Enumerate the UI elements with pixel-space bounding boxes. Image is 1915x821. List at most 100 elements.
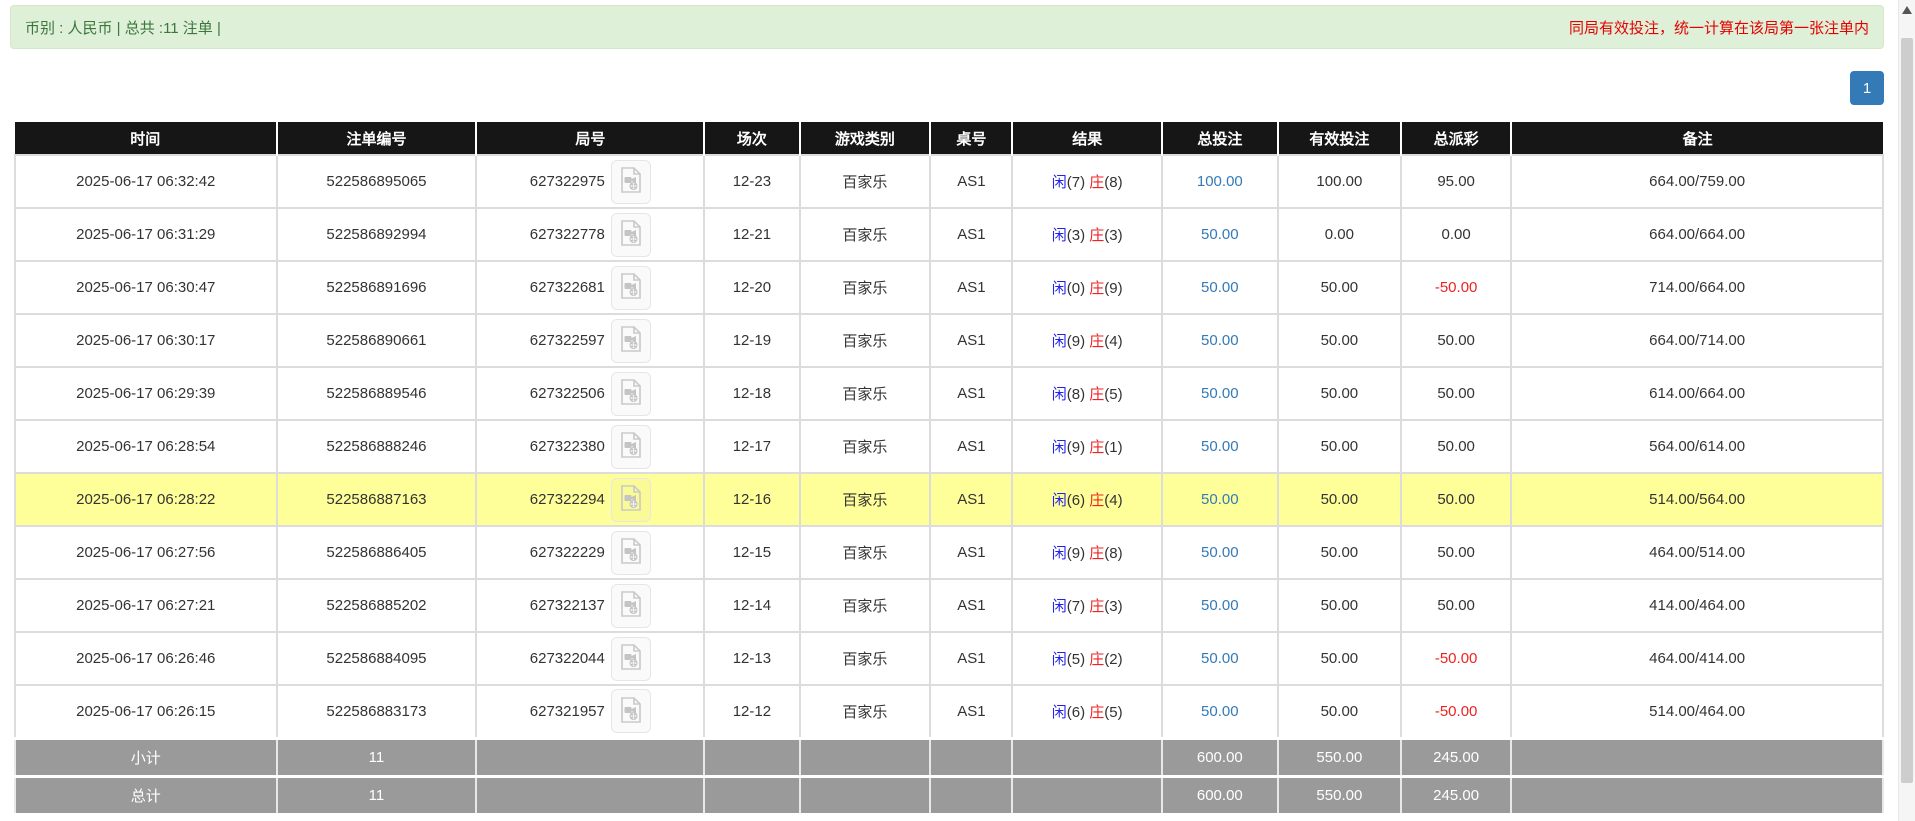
scrollbar-thumb[interactable]	[1901, 38, 1913, 783]
cell-time: 2025-06-17 06:28:54	[15, 420, 277, 473]
cell-remark: 514.00/464.00	[1511, 685, 1883, 738]
table-row: 2025-06-17 06:32:42 522586895065 6273229…	[15, 155, 1883, 208]
video-replay-button[interactable]	[611, 584, 651, 628]
cell-payout: -50.00	[1401, 685, 1511, 738]
cell-game-type: 百家乐	[800, 473, 931, 526]
total-bet-link[interactable]: 50.00	[1201, 279, 1239, 296]
banker-result-label: 庄	[1089, 386, 1104, 403]
video-replay-button[interactable]	[611, 637, 651, 681]
player-result-score: (9)	[1067, 439, 1085, 456]
cell-total-bet: 50.00	[1162, 420, 1278, 473]
table-body: 2025-06-17 06:32:42 522586895065 6273229…	[15, 155, 1883, 738]
banker-result-score: (3)	[1104, 227, 1122, 244]
total-bet-link[interactable]: 50.00	[1201, 491, 1239, 508]
video-replay-button[interactable]	[611, 478, 651, 522]
player-result-label: 闲	[1052, 174, 1067, 191]
video-replay-icon	[620, 379, 642, 408]
cell-valid-bet: 50.00	[1278, 314, 1401, 367]
video-replay-button[interactable]	[611, 213, 651, 257]
round-id-text: 627322597	[530, 332, 605, 349]
player-result-score: (9)	[1067, 333, 1085, 350]
video-replay-button[interactable]	[611, 531, 651, 575]
round-id-text: 627322294	[530, 491, 605, 508]
total-bet-link[interactable]: 50.00	[1201, 650, 1239, 667]
total-bet-link[interactable]: 50.00	[1201, 385, 1239, 402]
cell-game-type: 百家乐	[800, 314, 931, 367]
cell-session: 12-13	[704, 632, 799, 685]
total-total-bet: 600.00	[1162, 776, 1278, 814]
total-count: 11	[277, 776, 477, 814]
cell-time: 2025-06-17 06:30:17	[15, 314, 277, 367]
cell-time: 2025-06-17 06:29:39	[15, 367, 277, 420]
cell-round-id: 627322597	[476, 314, 704, 367]
cell-time: 2025-06-17 06:27:21	[15, 579, 277, 632]
cell-valid-bet: 100.00	[1278, 155, 1401, 208]
video-replay-icon	[620, 644, 642, 673]
cell-time: 2025-06-17 06:26:46	[15, 632, 277, 685]
round-id-text: 627322975	[530, 173, 605, 190]
total-bet-link[interactable]: 50.00	[1201, 332, 1239, 349]
table-row: 2025-06-17 06:29:39 522586889546 6273225…	[15, 367, 1883, 420]
cell-game-type: 百家乐	[800, 261, 931, 314]
column-header: 有效投注	[1278, 122, 1401, 155]
banker-result-score: (4)	[1104, 333, 1122, 350]
total-bet-link[interactable]: 100.00	[1197, 173, 1243, 190]
cell-session: 12-20	[704, 261, 799, 314]
player-result-label: 闲	[1052, 333, 1067, 350]
table-row: 2025-06-17 06:27:21 522586885202 6273221…	[15, 579, 1883, 632]
cell-game-type: 百家乐	[800, 208, 931, 261]
cell-result: 闲(9) 庄(8)	[1012, 526, 1161, 579]
page-1-button[interactable]: 1	[1850, 71, 1884, 105]
cell-bet-id: 522586895065	[277, 155, 477, 208]
subtotal-count: 11	[277, 738, 477, 776]
up-arrow-icon[interactable]	[1902, 6, 1912, 14]
banker-result-label: 庄	[1089, 492, 1104, 509]
round-id-text: 627322506	[530, 385, 605, 402]
table-row: 2025-06-17 06:26:46 522586884095 6273220…	[15, 632, 1883, 685]
player-result-label: 闲	[1052, 598, 1067, 615]
total-bet-link[interactable]: 50.00	[1201, 597, 1239, 614]
cell-valid-bet: 50.00	[1278, 579, 1401, 632]
banker-result-score: (8)	[1104, 545, 1122, 562]
total-bet-link[interactable]: 50.00	[1201, 703, 1239, 720]
cell-round-id: 627322137	[476, 579, 704, 632]
video-replay-icon	[620, 485, 642, 514]
cell-total-bet: 50.00	[1162, 579, 1278, 632]
cell-valid-bet: 50.00	[1278, 473, 1401, 526]
player-result-label: 闲	[1052, 227, 1067, 244]
banker-result-label: 庄	[1089, 439, 1104, 456]
video-replay-button[interactable]	[611, 160, 651, 204]
table-row: 2025-06-17 06:26:15 522586883173 6273219…	[15, 685, 1883, 738]
video-replay-button[interactable]	[611, 425, 651, 469]
vertical-scrollbar[interactable]	[1898, 0, 1915, 821]
video-replay-button[interactable]	[611, 266, 651, 310]
video-replay-button[interactable]	[611, 319, 651, 363]
total-bet-link[interactable]: 50.00	[1201, 226, 1239, 243]
banker-result-score: (5)	[1104, 386, 1122, 403]
total-bet-link[interactable]: 50.00	[1201, 544, 1239, 561]
table-row: 2025-06-17 06:28:54 522586888246 6273223…	[15, 420, 1883, 473]
cell-time: 2025-06-17 06:32:42	[15, 155, 277, 208]
cell-payout: 50.00	[1401, 526, 1511, 579]
cell-payout: 50.00	[1401, 473, 1511, 526]
cell-result: 闲(3) 庄(3)	[1012, 208, 1161, 261]
cell-table-no: AS1	[930, 526, 1012, 579]
banker-result-label: 庄	[1089, 651, 1104, 668]
total-bet-link[interactable]: 50.00	[1201, 438, 1239, 455]
column-header: 时间	[15, 122, 277, 155]
cell-payout: 50.00	[1401, 420, 1511, 473]
video-replay-button[interactable]	[611, 689, 651, 733]
banker-result-label: 庄	[1089, 545, 1104, 562]
cell-result: 闲(5) 庄(2)	[1012, 632, 1161, 685]
cell-valid-bet: 50.00	[1278, 632, 1401, 685]
cell-session: 12-17	[704, 420, 799, 473]
banker-result-label: 庄	[1089, 174, 1104, 191]
cell-payout: 50.00	[1401, 579, 1511, 632]
cell-table-no: AS1	[930, 473, 1012, 526]
round-id-text: 627322380	[530, 438, 605, 455]
cell-table-no: AS1	[930, 579, 1012, 632]
player-result-score: (3)	[1067, 227, 1085, 244]
column-header: 局号	[476, 122, 704, 155]
round-id-text: 627322044	[530, 650, 605, 667]
video-replay-button[interactable]	[611, 372, 651, 416]
